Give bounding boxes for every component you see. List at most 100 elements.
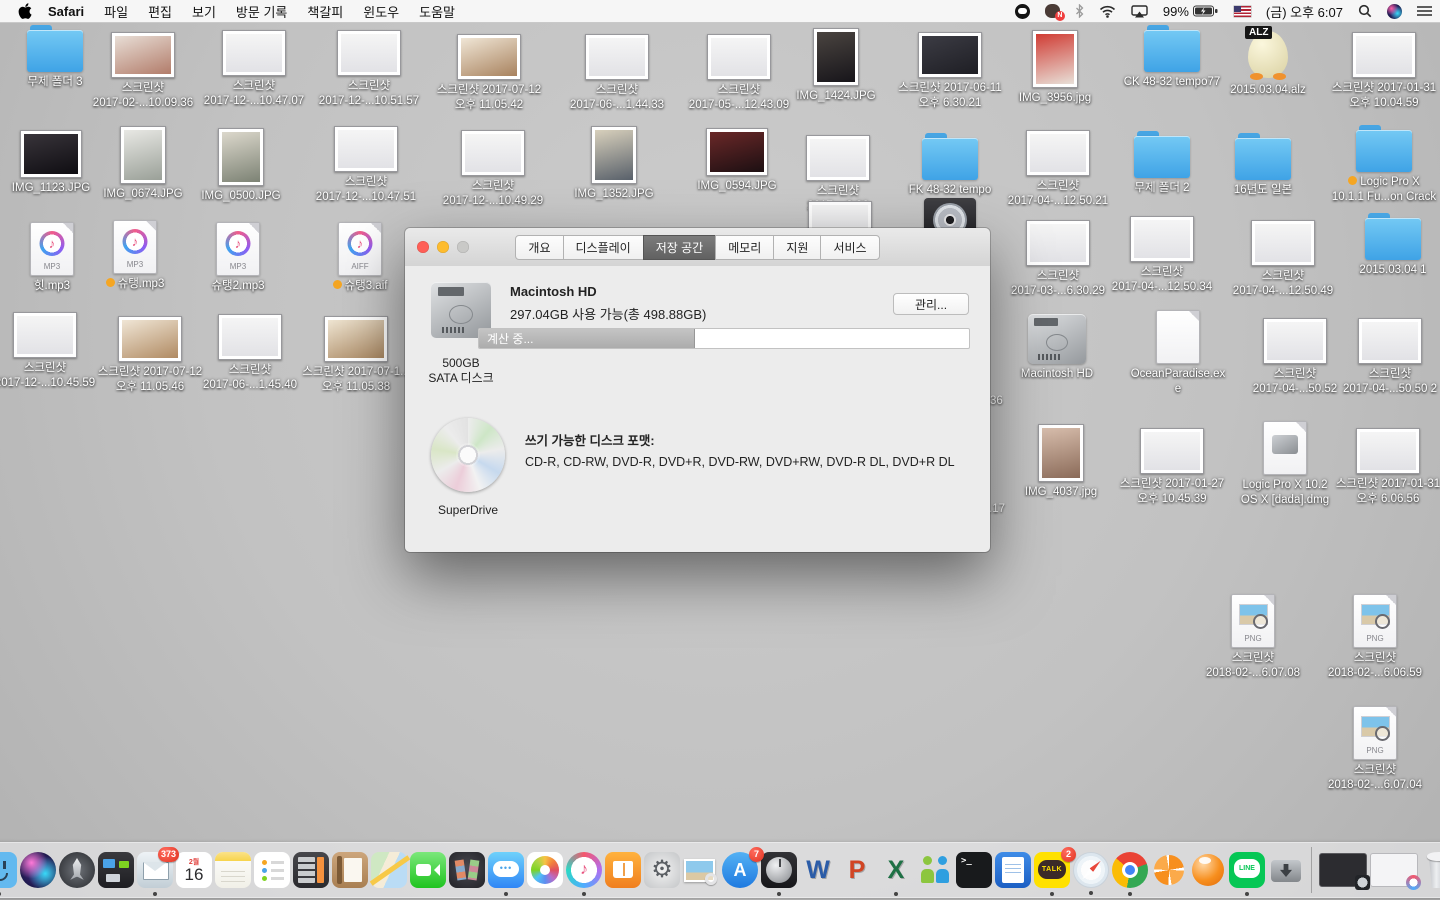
desktop-icon-스크린샷 2017-07-1...[interactable]: 스크린샷 2017-07-1...오후 11.05.38 (294, 316, 418, 395)
desktop-icon-스크린샷[interactable]: 스크린샷2017-12-...10.51.57 (307, 30, 431, 109)
tab-저장 공간[interactable]: 저장 공간 (643, 235, 717, 260)
desktop-icon-16년도 일본[interactable]: 16년도 일본 (1201, 138, 1325, 198)
hd-icon (1028, 314, 1086, 364)
dock-terminal-icon[interactable]: >_ (956, 852, 992, 888)
dock-min-window-light-icon[interactable] (1370, 853, 1418, 887)
icon-label: IMG_3956.jpg (1019, 91, 1091, 106)
line-status-icon[interactable] (1015, 4, 1030, 19)
dock-excel-icon[interactable]: X (878, 852, 914, 888)
apple-menu[interactable] (18, 3, 32, 19)
us-flag-input-source-icon[interactable] (1234, 6, 1251, 17)
window-titlebar[interactable]: 개요디스플레이저장 공간메모리지원서비스 (405, 228, 990, 267)
desktop-icon-스크린샷 2017-01-27[interactable]: 스크린샷 2017-01-27오후 10.45.39 (1110, 428, 1234, 507)
dock-gom-icon[interactable] (1190, 852, 1226, 888)
desktop-icon-스크린샷 2017-07-12[interactable]: 스크린샷 2017-07-12오후 11.05.42 (427, 34, 551, 113)
dock-mail-icon[interactable]: 373 (137, 852, 173, 888)
menu-보기[interactable]: 보기 (182, 5, 226, 20)
desktop-icon-IMG_1352.JPG[interactable]: IMG_1352.JPG (552, 126, 676, 202)
dock-calendar-icon[interactable]: 2월16 (176, 852, 212, 888)
desktop-icon-스크린샷[interactable]: PNG스크린샷2018-02-...6.07.08 (1191, 594, 1315, 681)
tab-메모리[interactable]: 메모리 (715, 235, 774, 260)
menu-책갈피[interactable]: 책갈피 (297, 5, 353, 20)
dock-mission-control-icon[interactable] (98, 852, 134, 888)
dock-kakaotalk-icon[interactable]: TALK2 (1034, 852, 1070, 888)
dock-reminders-icon[interactable] (254, 852, 290, 888)
dock-calculator-icon[interactable] (293, 852, 329, 888)
dock-photobooth-icon[interactable] (449, 852, 485, 888)
dock-trash-icon[interactable] (1421, 852, 1440, 888)
tab-디스플레이[interactable]: 디스플레이 (563, 235, 644, 260)
kakaotalk-status-icon[interactable]: N (1045, 4, 1060, 18)
dock-line-icon[interactable]: LINE (1229, 852, 1265, 888)
menu-윈도우[interactable]: 윈도우 (353, 5, 409, 20)
desktop-icon-IMG_1424.JPG[interactable]: IMG_1424.JPG (774, 28, 898, 104)
desktop-icon-슈탱3.aif[interactable]: ♪AIFF슈탱3.aif (298, 222, 422, 294)
dock-finder-icon[interactable] (0, 852, 17, 888)
dock-notes-icon[interactable] (215, 852, 251, 888)
menu-도움말[interactable]: 도움말 (409, 5, 465, 20)
desktop-icon-스크린샷[interactable]: 스크린샷2017-02-...10.09.36 (81, 32, 205, 111)
desktop-icon-스크린샷[interactable]: 스크린샷2017-06-...1.44.33 (555, 34, 679, 113)
dock-safari-icon[interactable] (1073, 852, 1109, 888)
dock-install-disk-icon[interactable] (1268, 852, 1304, 888)
dock-word-icon[interactable]: W (800, 852, 836, 888)
dock-itunes-icon[interactable]: ♪ (566, 852, 602, 888)
wifi-icon[interactable] (1099, 5, 1116, 18)
desktop-icon-IMG_3956.jpg[interactable]: IMG_3956.jpg (993, 30, 1117, 106)
minimize-button[interactable] (437, 241, 449, 253)
dock-ibooks-icon[interactable] (605, 852, 641, 888)
dock-facetime-icon[interactable] (410, 852, 446, 888)
app-menu-safari[interactable]: Safari (40, 4, 94, 19)
dock-preview-icon[interactable] (683, 852, 719, 888)
menu-bar-clock[interactable]: (금) 오후 6:07 (1266, 2, 1343, 21)
notification-center-icon[interactable] (1417, 5, 1432, 17)
dock-contacts-icon[interactable] (332, 852, 368, 888)
desktop-icon-2015.03.04 1[interactable]: 2015.03.04 1 (1331, 218, 1440, 278)
desktop-icon-스크린샷[interactable]: PNG스크린샷2018-02-...6.07.04 (1313, 706, 1437, 793)
desktop-icon-IMG_4037.jpg[interactable]: IMG_4037.jpg (999, 424, 1123, 500)
dock-maps-icon[interactable] (371, 852, 407, 888)
dock-logic-pro-icon[interactable] (761, 852, 797, 888)
menu-편집[interactable]: 편집 (138, 5, 182, 20)
dock-orange-icon[interactable] (1151, 852, 1187, 888)
bluetooth-icon[interactable] (1075, 4, 1084, 18)
dock-msn-icon[interactable] (917, 852, 953, 888)
menu-방문 기록[interactable]: 방문 기록 (226, 5, 297, 20)
close-button[interactable] (417, 241, 429, 253)
spotlight-icon[interactable] (1358, 4, 1372, 18)
desktop-icon-IMG_0500.JPG[interactable]: IMG_0500.JPG (179, 128, 303, 204)
airplay-display-icon[interactable] (1131, 5, 1148, 18)
dock-system-preferences-icon[interactable]: ⚙ (644, 852, 680, 888)
desktop-icon-Macintosh HD[interactable]: Macintosh HD (995, 314, 1119, 382)
dock-photos-icon[interactable] (527, 852, 563, 888)
dock-chrome-icon[interactable] (1112, 852, 1148, 888)
siri-icon[interactable] (1387, 4, 1402, 19)
dock-messages-icon[interactable]: ••• (488, 852, 524, 888)
dock-hangul-icon[interactable] (995, 852, 1031, 888)
desktop-icon-스크린샷[interactable]: 스크린샷2017-12-...10.47.51 (304, 126, 428, 205)
desktop-icon-Logic Pro X[interactable]: Logic Pro X10.1.1 Fu...on Crack (1322, 130, 1440, 205)
desktop-icon-FK 48-32 tempo[interactable]: FK 48-32 tempo (888, 138, 1012, 198)
manage-button[interactable]: 관리... (893, 293, 969, 315)
desktop-icon-스크린샷[interactable]: 스크린샷2017-12-...10.49.29 (431, 130, 555, 209)
dock-siri-icon[interactable] (20, 852, 56, 888)
desktop-icon-스크린샷[interactable]: 스크린샷2017-12-...10.47.07 (192, 30, 316, 109)
desktop-icon-슈탱2.mp3[interactable]: ♪MP3슈탱2.mp3 (176, 222, 300, 294)
desktop-icon-2015.03.04.alz[interactable]: ALZ2015.03.04.alz (1206, 26, 1330, 98)
desktop-icon-스크린샷[interactable]: 스크린샷2017-04-...12.50.34 (1100, 216, 1224, 295)
dock-min-window-dark-icon[interactable] (1319, 853, 1367, 887)
dock-app-store-icon[interactable]: A7 (722, 852, 758, 888)
desktop-icon-스크린샷[interactable]: 스크린샷2017-04-...12.50.49 (1221, 220, 1345, 299)
battery-status[interactable]: 99% (1163, 4, 1219, 19)
desktop-icon-스크린샷 2017-01-31[interactable]: 스크린샷 2017-01-31오후 10.04.59 (1322, 32, 1440, 111)
dock-launchpad-icon[interactable] (59, 852, 95, 888)
desktop-icon-스크린샷[interactable]: PNG스크린샷2018-02-...6.06.59 (1313, 594, 1437, 681)
desktop-icon-스크린샷 2017-01-31[interactable]: 스크린샷 2017-01-31오후 6.06.56 (1326, 428, 1440, 507)
menu-파일[interactable]: 파일 (94, 5, 138, 20)
tab-서비스[interactable]: 서비스 (820, 235, 879, 260)
tab-지원[interactable]: 지원 (773, 235, 821, 260)
tab-개요[interactable]: 개요 (515, 235, 563, 260)
desktop-icon-OceanParadise.ex[interactable]: OceanParadise.exe (1116, 310, 1240, 397)
desktop-icon-스크린샷[interactable]: 스크린샷2017-04-...50.50 2 (1328, 318, 1440, 397)
dock-powerpoint-icon[interactable]: P (839, 852, 875, 888)
